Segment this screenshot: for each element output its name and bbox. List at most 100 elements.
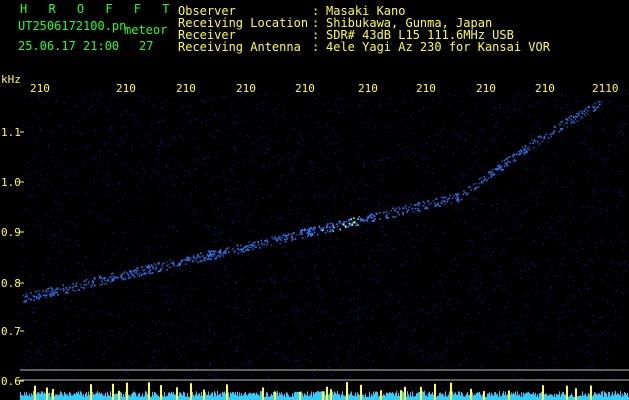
noise-speck	[568, 202, 570, 204]
noise-speck	[536, 102, 538, 104]
spectrum-bar	[493, 395, 494, 400]
noise-speck	[432, 307, 434, 310]
trail-speck	[155, 268, 157, 270]
noise-speck	[424, 200, 426, 203]
noise-speck	[570, 299, 573, 301]
noise-speck	[403, 204, 405, 207]
spectrum-bar	[293, 396, 294, 400]
noise-speck	[139, 125, 141, 127]
spectrum-peak	[118, 390, 120, 400]
noise-speck	[559, 263, 562, 265]
noise-speck	[36, 335, 38, 337]
spectrum-bar	[59, 394, 60, 400]
noise-speck	[558, 186, 560, 188]
noise-speck	[375, 270, 377, 273]
spectrum-bar	[325, 395, 326, 400]
noise-speck	[277, 185, 279, 187]
noise-speck	[329, 110, 331, 112]
noise-speck	[459, 187, 461, 189]
noise-speck	[516, 228, 518, 230]
trail-speck	[301, 237, 304, 239]
noise-speck	[356, 98, 358, 100]
noise-speck	[164, 239, 166, 242]
noise-speck	[327, 208, 329, 210]
trail-speck	[38, 298, 40, 300]
spectrum-bar	[92, 391, 93, 400]
noise-speck	[402, 317, 404, 320]
spectrum-bar	[437, 395, 438, 400]
noise-speck	[220, 238, 222, 240]
noise-speck	[449, 268, 451, 270]
noise-speck	[483, 98, 485, 101]
noise-speck	[188, 364, 190, 366]
noise-speck	[92, 316, 94, 319]
noise-speck	[452, 270, 454, 272]
noise-speck	[268, 327, 270, 329]
noise-speck	[427, 136, 429, 138]
noise-speck	[334, 252, 336, 254]
trail-speck	[477, 185, 480, 188]
noise-speck	[314, 266, 316, 268]
noise-speck	[266, 147, 268, 150]
noise-speck	[431, 224, 433, 226]
noise-speck	[514, 373, 516, 375]
noise-speck	[240, 266, 242, 268]
trail-speck	[125, 271, 128, 274]
trail-speck	[308, 228, 311, 231]
trail-speck	[577, 114, 580, 116]
x-tick-label: 210	[476, 82, 496, 95]
noise-speck	[188, 373, 190, 375]
spectrum-bar	[428, 393, 429, 400]
noise-speck	[136, 256, 139, 258]
noise-speck	[536, 196, 538, 199]
noise-speck	[202, 274, 205, 276]
spectrum-bar	[25, 395, 26, 400]
trail-speck	[504, 162, 507, 164]
noise-speck	[220, 217, 223, 219]
trail-speck	[33, 299, 35, 301]
noise-speck	[621, 285, 624, 287]
noise-speck	[237, 161, 239, 164]
trail-speck	[45, 289, 47, 291]
trail-speck	[263, 243, 265, 246]
spectrum-bar	[237, 391, 238, 400]
trail-speck	[144, 268, 146, 271]
trail-speck	[207, 257, 210, 260]
noise-speck	[218, 235, 220, 237]
noise-speck	[495, 126, 497, 129]
spectrum-bar	[560, 396, 561, 400]
noise-speck	[245, 225, 247, 227]
noise-speck	[572, 160, 575, 163]
noise-speck	[235, 296, 237, 298]
spectrum-bar	[469, 394, 470, 400]
trail-speck	[519, 153, 521, 156]
noise-speck	[604, 175, 606, 177]
spectrum-bar	[389, 392, 390, 400]
trail-speck	[490, 176, 493, 178]
spectrum-bar	[490, 395, 491, 400]
spectrum-bar	[504, 395, 505, 400]
noise-speck	[528, 192, 531, 195]
spectrum-bar	[552, 395, 553, 400]
noise-speck	[109, 136, 111, 139]
noise-speck	[58, 125, 61, 128]
trail-speck	[369, 215, 372, 217]
trail-speck	[395, 215, 398, 218]
noise-speck	[215, 371, 217, 374]
noise-speck	[373, 172, 375, 174]
spectrum-bar	[278, 395, 279, 400]
noise-speck	[251, 212, 254, 214]
noise-speck	[359, 307, 361, 309]
noise-speck	[623, 241, 625, 243]
trail-speck	[231, 248, 234, 250]
noise-speck	[473, 268, 476, 271]
noise-speck	[131, 145, 133, 148]
spectrum-bar	[597, 395, 598, 400]
noise-speck	[346, 179, 349, 181]
noise-speck	[150, 292, 152, 294]
noise-speck	[158, 149, 160, 151]
noise-speck	[397, 154, 400, 157]
noise-speck	[542, 155, 544, 157]
noise-speck	[264, 246, 267, 248]
noise-speck	[316, 205, 318, 207]
